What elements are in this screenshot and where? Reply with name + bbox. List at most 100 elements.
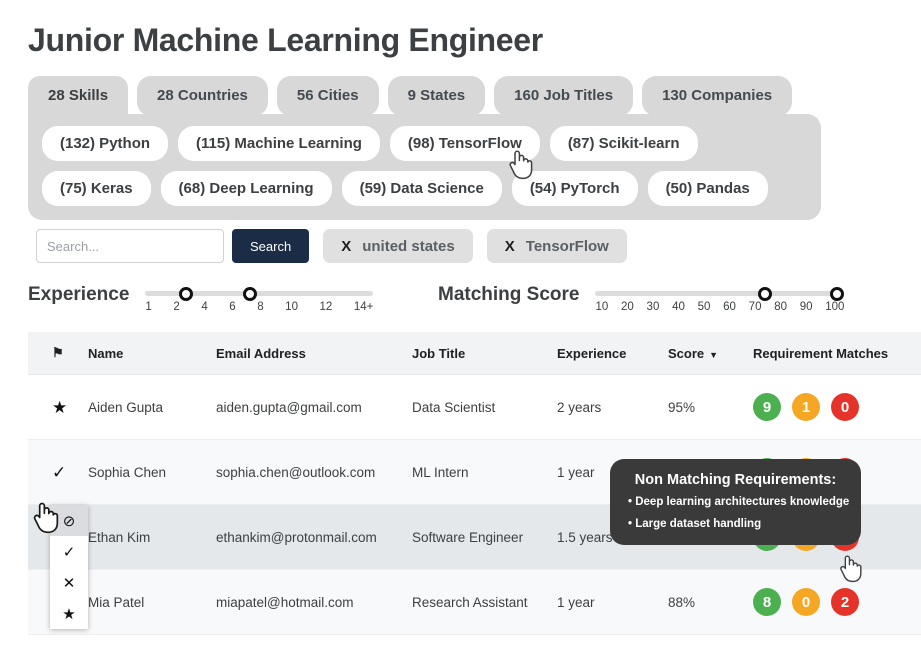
search-input[interactable] (36, 229, 224, 263)
flag-menu-item-no-entry[interactable]: ⊘ (50, 505, 88, 536)
facet-filter-section: 28 Skills 28 Countries 56 Cities 9 States 16… (28, 76, 821, 220)
skill-chip[interactable]: (98) TensorFlow (389, 126, 540, 161)
skill-chip[interactable]: (75) Keras (42, 171, 151, 206)
tooltip-title: Non Matching Requirements: (634, 472, 837, 488)
slider-tick: 1 (145, 301, 152, 313)
row-flag-cell[interactable]: ★ (28, 374, 88, 440)
partial-requirements-badge[interactable]: 1 (792, 393, 820, 421)
active-filter-label: united states (362, 237, 455, 255)
matching-score-slider-track[interactable] (595, 286, 845, 301)
search-button[interactable]: Search (232, 229, 310, 263)
facet-tab-1[interactable]: 28 Countries (137, 76, 268, 116)
row-name: Sophia Chen (88, 439, 216, 505)
flag-menu-item-x[interactable]: ✕ (50, 567, 88, 598)
row-score: 95% (668, 374, 753, 440)
column-header-flag[interactable]: ⚑ (28, 332, 88, 375)
tooltip-item: • Deep learning architectures knowledge (628, 496, 850, 508)
app-root: Junior Machine Learning Engineer 28 Skil… (0, 0, 921, 650)
non-matching-requirements-badge[interactable]: 0 (831, 393, 859, 421)
row-flag-cell[interactable]: ✓ (28, 634, 88, 650)
facet-tab-5[interactable]: 130 Companies (642, 76, 793, 116)
slider-tick: 100 (825, 301, 845, 313)
column-header-job-title[interactable]: Job Title (412, 332, 557, 375)
experience-slider-knob-min[interactable] (179, 286, 194, 301)
row-name: William Nguyen (88, 634, 216, 650)
matching-score-slider-knob-max[interactable] (830, 286, 844, 301)
row-experience: 2.5 years (557, 634, 668, 650)
slider-tick: 50 (697, 301, 711, 313)
column-header-score-label: Score (668, 345, 705, 361)
experience-slider-label: Experience (28, 284, 130, 305)
column-header-requirement-matches[interactable]: Requirement Matches (753, 332, 921, 375)
check-icon[interactable]: ✓ (52, 463, 66, 482)
row-name: Aiden Gupta (88, 374, 216, 440)
no-entry-icon: ⊘ (62, 512, 76, 530)
facet-tab-2[interactable]: 56 Cities (276, 76, 379, 116)
row-experience: 2 years (557, 374, 668, 440)
column-header-score[interactable]: Score ▼ (668, 332, 753, 375)
facet-tab-3[interactable]: 9 States (387, 76, 486, 116)
table-row[interactable]: ✓William Nguyenwilliam.nguyen@gmail.comD… (28, 634, 921, 650)
x-icon: ✕ (62, 574, 76, 592)
slider-tick: 30 (646, 301, 660, 313)
experience-slider-track[interactable] (145, 286, 374, 301)
table-head: ⚑ Name Email Address Job Title Experienc… (28, 332, 921, 375)
non-matching-requirements-tooltip: Non Matching Requirements: • Deep learni… (610, 459, 861, 545)
row-email: aiden.gupta@gmail.com (216, 374, 412, 440)
skill-chip[interactable]: (59) Data Science (341, 171, 502, 206)
star-icon: ★ (62, 605, 76, 623)
row-score: 88% (668, 569, 753, 635)
matching-score-slider-group: Matching Score 10 20 30 40 50 60 70 80 90 100 (438, 283, 845, 313)
flag-context-menu: ⊘ ✓ ✕ ★ (50, 505, 88, 629)
facet-tab-0[interactable]: 28 Skills (28, 76, 129, 116)
tooltip-item: • Large dataset handling (628, 517, 762, 530)
row-requirement-matches: 910 (753, 374, 921, 440)
skill-chip[interactable]: (68) Deep Learning (160, 171, 332, 206)
column-header-email[interactable]: Email Address (216, 332, 412, 375)
flag-menu-item-check[interactable]: ✓ (50, 536, 88, 567)
slider-tick: 10 (285, 301, 298, 313)
experience-slider-knob-max[interactable] (243, 286, 258, 301)
non-matching-requirements-badge[interactable]: 2 (831, 588, 859, 616)
flag-menu-item-star[interactable]: ★ (50, 598, 88, 629)
slider-tick: 14+ (353, 301, 374, 313)
skill-chip[interactable]: (50) Pandas (647, 171, 768, 206)
facet-tab-4[interactable]: 160 Job Titles (494, 76, 634, 116)
partial-requirements-badge[interactable]: 0 (792, 588, 820, 616)
remove-filter-icon[interactable]: X (341, 238, 351, 255)
skill-chip[interactable]: (87) Scikit-learn (549, 126, 698, 161)
matching-requirements-badge[interactable]: 9 (753, 393, 781, 421)
slider-tick: 8 (257, 301, 264, 313)
matching-requirements-badge[interactable]: 8 (753, 588, 781, 616)
row-email: william.nguyen@gmail.com (216, 634, 412, 650)
table-row[interactable]: ★ Aiden Gupta aiden.gupta@gmail.com Data Sc… (28, 374, 921, 440)
slider-tick: 40 (672, 301, 685, 313)
slider-tick: 2 (173, 301, 180, 313)
row-requirement-matches: 802 (753, 569, 921, 635)
matching-score-slider-knob-min[interactable] (757, 286, 772, 301)
skill-chip[interactable]: (54) PyTorch (511, 171, 638, 206)
skill-chip[interactable]: (115) Machine Learning (178, 126, 380, 161)
row-job-title: Data Scientist (412, 374, 557, 440)
row-name: Ethan Kim (88, 504, 216, 570)
skill-chip[interactable]: (132) Python (42, 126, 169, 161)
slider-tick: 6 (229, 301, 236, 313)
chip-row-secondary: (75) Keras (68) Deep Learning (59) Data Sc… (42, 171, 807, 206)
column-header-experience[interactable]: Experience (557, 332, 668, 375)
active-filter-chip[interactable]: X TensorFlow (486, 229, 627, 263)
table-row[interactable]: ✓Mia Patelmiapatel@hotmail.comResearch A… (28, 569, 921, 635)
slider-tick: 80 (774, 301, 787, 313)
row-flag-cell[interactable]: ✓ (28, 439, 88, 505)
remove-filter-icon[interactable]: X (505, 238, 515, 255)
star-icon[interactable]: ★ (52, 398, 67, 417)
active-filter-chip[interactable]: Xunited states (323, 229, 473, 263)
sort-descending-icon: ▼ (709, 349, 719, 360)
row-email: ethankim@protonmail.com (216, 504, 412, 570)
slider-tick: 70 (748, 301, 762, 313)
facet-chip-panel: (132) Python (115) Machine Learning (98) T… (28, 114, 821, 220)
active-filter-label: TensorFlow (525, 237, 609, 255)
column-header-name[interactable]: Name (88, 332, 216, 375)
row-job-title: Research Assistant (412, 569, 557, 635)
slider-tick: 4 (201, 301, 208, 313)
slider-tick: 60 (723, 301, 736, 313)
